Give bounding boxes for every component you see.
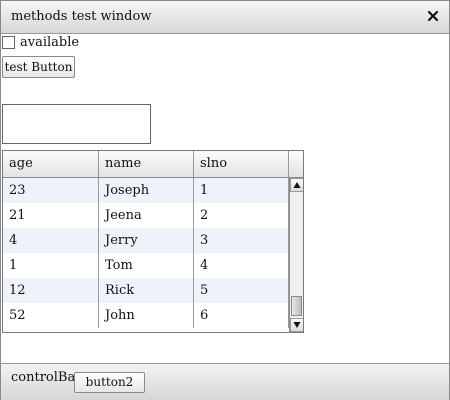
- table-row[interactable]: 52 John 6: [3, 303, 289, 328]
- cell-age[interactable]: 12: [3, 278, 99, 303]
- text-input[interactable]: [2, 104, 151, 144]
- cell-slno[interactable]: 3: [194, 228, 289, 253]
- cell-slno[interactable]: 6: [194, 303, 289, 328]
- table-row[interactable]: 21 Jeena 2: [3, 203, 289, 228]
- title-bar[interactable]: methods test window: [1, 1, 449, 34]
- cell-name[interactable]: Joseph: [99, 178, 194, 203]
- button2[interactable]: button2: [74, 372, 145, 393]
- data-grid: age name slno 23 Joseph 1 21 Jeena 2 4 J…: [2, 150, 304, 333]
- cell-age[interactable]: 4: [3, 228, 99, 253]
- scroll-down-button[interactable]: [290, 318, 303, 332]
- methods-test-window: methods test window available test Butto…: [0, 0, 450, 400]
- column-header-slno[interactable]: slno: [194, 151, 289, 177]
- cell-age[interactable]: 52: [3, 303, 99, 328]
- cell-name[interactable]: Jeena: [99, 203, 194, 228]
- column-header-name[interactable]: name: [99, 151, 194, 177]
- cell-name[interactable]: Rick: [99, 278, 194, 303]
- grid-body: 23 Joseph 1 21 Jeena 2 4 Jerry 3 1 Tom 4…: [3, 178, 289, 332]
- available-checkbox[interactable]: [2, 36, 15, 49]
- cell-age[interactable]: 1: [3, 253, 99, 278]
- cell-name[interactable]: Tom: [99, 253, 194, 278]
- cell-age[interactable]: 21: [3, 203, 99, 228]
- table-row[interactable]: 23 Joseph 1: [3, 178, 289, 203]
- table-row[interactable]: 1 Tom 4: [3, 253, 289, 278]
- triangle-up-icon: [293, 182, 301, 188]
- column-header-age[interactable]: age: [3, 151, 99, 177]
- table-row[interactable]: 12 Rick 5: [3, 278, 289, 303]
- cell-slno[interactable]: 1: [194, 178, 289, 203]
- control-bar: controlBar button2: [1, 363, 449, 400]
- grid-header: age name slno: [3, 151, 303, 178]
- window-title: methods test window: [11, 9, 152, 24]
- cell-slno[interactable]: 4: [194, 253, 289, 278]
- cell-slno[interactable]: 5: [194, 278, 289, 303]
- scroll-up-button[interactable]: [290, 178, 303, 192]
- cell-slno[interactable]: 2: [194, 203, 289, 228]
- triangle-down-icon: [293, 322, 301, 328]
- cell-name[interactable]: John: [99, 303, 194, 328]
- header-corner: [289, 151, 303, 177]
- available-checkbox-label[interactable]: available: [20, 35, 79, 50]
- cell-name[interactable]: Jerry: [99, 228, 194, 253]
- control-bar-label: controlBar: [11, 370, 82, 385]
- vertical-scrollbar[interactable]: [289, 178, 303, 332]
- test-button[interactable]: test Button: [2, 56, 75, 78]
- scrollbar-thumb[interactable]: [291, 296, 302, 316]
- cell-age[interactable]: 23: [3, 178, 99, 203]
- close-icon[interactable]: [425, 7, 441, 25]
- table-row[interactable]: 4 Jerry 3: [3, 228, 289, 253]
